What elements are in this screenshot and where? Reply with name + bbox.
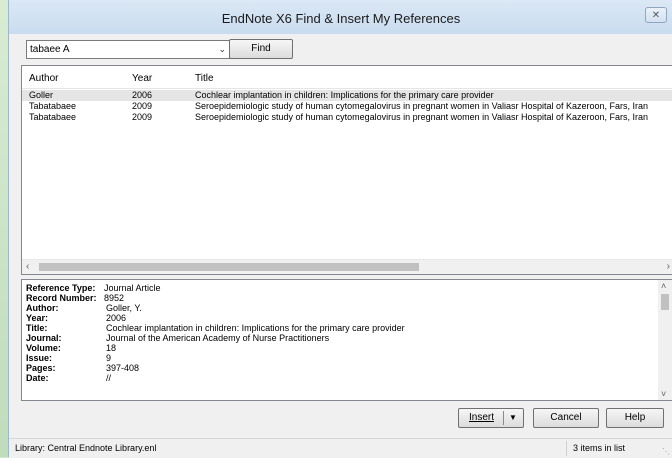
scroll-up-icon[interactable]: ˄ <box>661 281 666 291</box>
scroll-left-icon[interactable]: ‹ <box>26 261 29 272</box>
item-count: 3 items in list <box>573 443 626 453</box>
find-button[interactable]: Find <box>229 39 293 59</box>
split-divider <box>503 411 504 425</box>
column-header-author[interactable]: Author <box>29 73 58 84</box>
detail-value: Journal Article <box>104 283 161 293</box>
row-year: 2009 <box>132 112 153 122</box>
detail-value: 8952 <box>104 293 125 303</box>
detail-label: Record Number: <box>26 293 97 303</box>
scroll-down-icon[interactable]: ˅ <box>661 389 666 399</box>
detail-row: Year: 2006 <box>26 313 646 323</box>
row-year: 2006 <box>132 90 153 100</box>
detail-value: Goller, Y. <box>106 303 142 313</box>
detail-row: Author: Goller, Y. <box>26 303 646 313</box>
references-list[interactable]: Author Year Title Goller 2006 Cochlear i… <box>21 65 672 275</box>
resize-grip-icon[interactable]: ⋱ <box>662 447 670 456</box>
row-title: Cochlear implantation in children: Impli… <box>195 90 494 100</box>
detail-row-reference-type: Reference Type: Journal Article <box>26 283 646 293</box>
detail-row-record-number: Record Number: 8952 <box>26 293 646 303</box>
row-title: Seroepidemiologic study of human cytomeg… <box>195 112 649 122</box>
library-name: Library: Central Endnote Library.enl <box>15 443 157 453</box>
status-divider <box>566 441 567 456</box>
status-bar: Library: Central Endnote Library.enl 3 i… <box>9 438 672 458</box>
vertical-scrollbar[interactable]: ˄ ˅ <box>658 280 672 400</box>
scroll-right-icon[interactable]: › <box>667 261 670 272</box>
column-header-year[interactable]: Year <box>132 73 152 84</box>
window-title: EndNote X6 Find & Insert My References <box>221 11 461 26</box>
detail-row: Title: Cochlear implantation in children… <box>26 323 646 333</box>
table-row[interactable]: Tabatabaee 2009 Seroepidemiologic study … <box>22 101 672 112</box>
detail-label: Issue: <box>26 353 53 363</box>
row-year: 2009 <box>132 101 153 111</box>
detail-row: Journal: Journal of the American Academy… <box>26 333 646 343</box>
dropdown-arrow-icon[interactable]: ▼ <box>509 409 517 427</box>
close-button[interactable]: ✕ <box>645 7 667 23</box>
table-row[interactable]: Tabatabaee 2009 Seroepidemiologic study … <box>22 112 672 123</box>
detail-label: Pages: <box>26 363 56 373</box>
find-insert-dialog: EndNote X6 Find & Insert My References ✕… <box>8 0 672 458</box>
title-bar: EndNote X6 Find & Insert My References ✕ <box>9 0 672 34</box>
horizontal-scrollbar[interactable]: ‹ › <box>22 259 672 274</box>
detail-label: Reference Type: <box>26 283 96 293</box>
list-header: Author Year Title <box>22 66 672 89</box>
detail-row: Issue: 9 <box>26 353 646 363</box>
close-icon: ✕ <box>651 10 661 21</box>
detail-value: Cochlear implantation in children: Impli… <box>106 323 405 333</box>
detail-row: Pages: 397-408 <box>26 363 646 373</box>
row-title: Seroepidemiologic study of human cytomeg… <box>195 101 649 111</box>
help-button[interactable]: Help <box>606 408 664 428</box>
column-header-title[interactable]: Title <box>195 73 214 84</box>
search-input[interactable] <box>30 42 210 56</box>
cancel-button[interactable]: Cancel <box>533 408 599 428</box>
search-combobox[interactable]: ⌄ <box>26 40 231 59</box>
detail-value: 397-408 <box>106 363 140 373</box>
row-author: Goller <box>29 90 54 100</box>
detail-row: Date: // <box>26 373 646 383</box>
scrollbar-thumb[interactable] <box>661 294 669 310</box>
detail-value: 18 <box>106 343 117 353</box>
row-author: Tabatabaee <box>29 101 77 111</box>
detail-value: // <box>106 373 112 383</box>
desktop-edge <box>0 0 8 457</box>
chevron-down-icon[interactable]: ⌄ <box>218 44 226 55</box>
reference-detail-pane[interactable]: Reference Type: Journal Article Record N… <box>21 279 672 401</box>
row-author: Tabatabaee <box>29 112 77 122</box>
insert-split-button[interactable]: Insert ▼ <box>458 408 524 428</box>
detail-value: 2006 <box>106 313 127 323</box>
insert-button-label[interactable]: Insert <box>469 409 494 427</box>
detail-label: Date: <box>26 373 49 383</box>
detail-row: Volume: 18 <box>26 343 646 353</box>
detail-value: 9 <box>106 353 112 363</box>
detail-label: Title: <box>26 323 48 333</box>
scrollbar-thumb[interactable] <box>39 263 419 271</box>
detail-value: Journal of the American Academy of Nurse… <box>106 333 330 343</box>
detail-label: Volume: <box>26 343 61 353</box>
detail-label: Author: <box>26 303 59 313</box>
detail-label: Year: <box>26 313 49 323</box>
table-row[interactable]: Goller 2006 Cochlear implantation in chi… <box>22 90 672 101</box>
detail-label: Journal: <box>26 333 62 343</box>
